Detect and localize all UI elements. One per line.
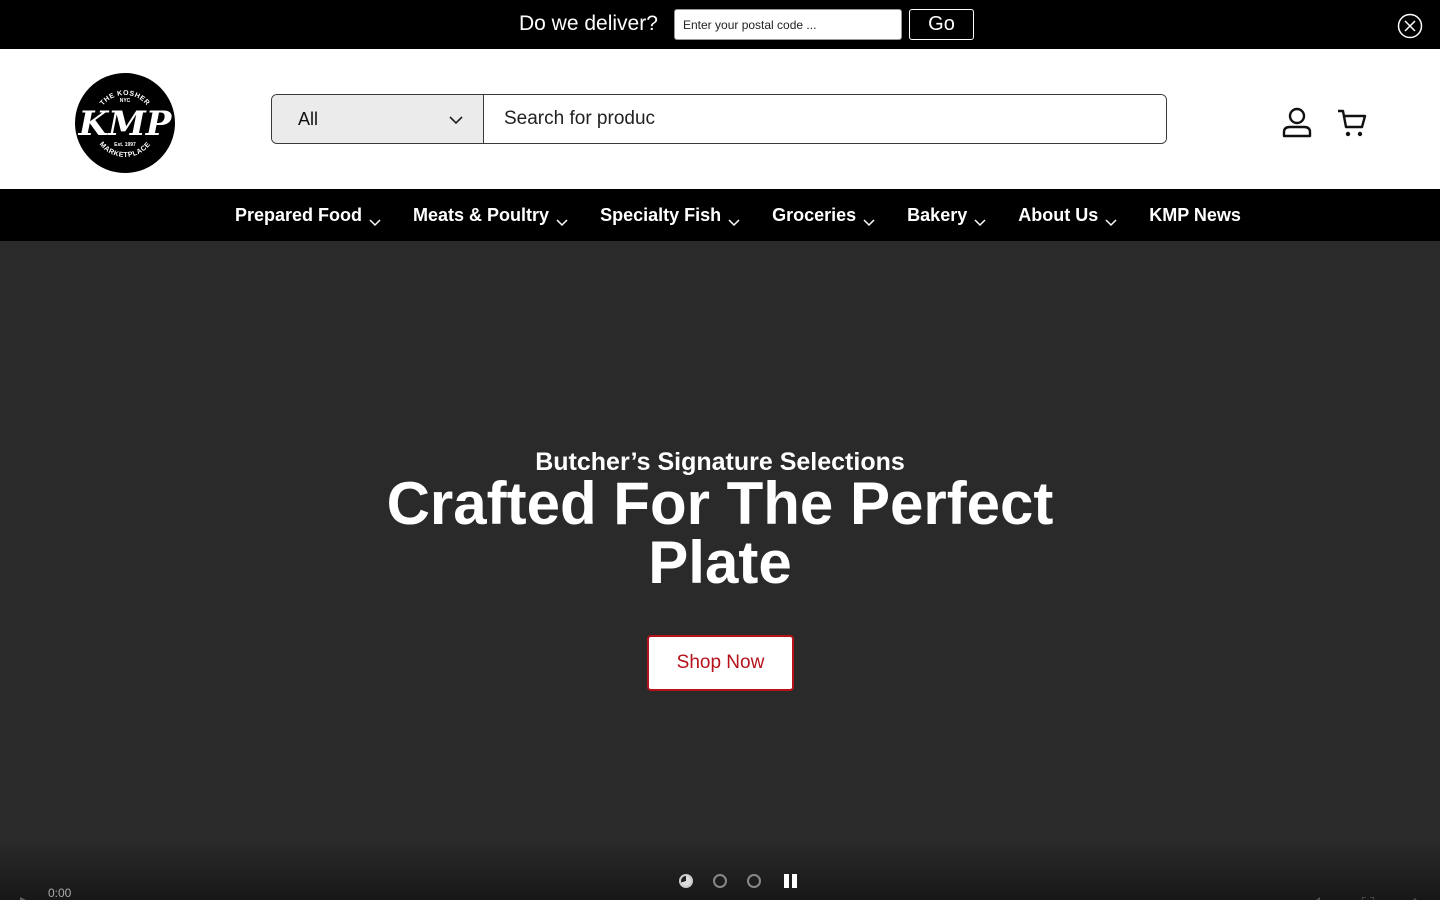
chevron-down-icon [728,212,740,227]
chevron-down-icon [556,212,568,227]
site-header: THE KOSHER NYC KMP Est. 1997 MARKETPLACE… [0,49,1440,189]
nav-item-label: Bakery [907,204,968,225]
site-logo[interactable]: THE KOSHER NYC KMP Est. 1997 MARKETPLACE [75,73,175,173]
postal-code-input[interactable] [674,9,902,40]
chevron-down-icon [1105,212,1117,227]
nav-item-kmp-news[interactable]: KMP News [1149,205,1241,226]
video-time: 0:00 [48,886,72,900]
fullscreen-icon[interactable] [1361,892,1375,900]
search-form: All [271,94,1167,144]
hero-fade [0,840,1440,900]
nav-item-label: KMP News [1149,204,1241,225]
pause-icon[interactable] [782,872,798,890]
category-select[interactable]: All [272,95,484,143]
nav-item-about-us[interactable]: About Us [1018,204,1117,227]
category-select-value: All [298,109,319,129]
slide-dot-2[interactable] [713,874,727,888]
cart-icon[interactable] [1336,107,1368,139]
shop-now-button[interactable]: Shop Now [647,635,794,691]
slide-dot-3[interactable] [747,874,761,888]
play-icon[interactable] [20,892,30,900]
slide-dot-1[interactable] [679,874,693,888]
chevron-down-icon [448,112,464,128]
nav-item-meats-poultry[interactable]: Meats & Poultry [413,204,568,227]
logo-mark: KMP [78,104,173,144]
search-input[interactable] [484,95,1166,143]
close-circle-icon[interactable] [1397,13,1423,39]
more-options-icon[interactable] [1412,892,1418,900]
nav-item-label: Specialty Fish [600,204,722,225]
user-icon[interactable] [1280,105,1314,139]
chevron-down-icon [974,212,986,227]
go-button[interactable]: Go [909,9,974,40]
nav-item-specialty-fish[interactable]: Specialty Fish [600,204,740,227]
nav-item-label: Groceries [772,204,857,225]
nav-item-groceries[interactable]: Groceries [772,204,875,227]
nav-item-label: About Us [1018,204,1099,225]
hero-title: Crafted For The Perfect Plate [386,470,1054,596]
logo-established: Est. 1997 [114,142,136,148]
nav-item-bakery[interactable]: Bakery [907,204,986,227]
video-controls: 0:00 [0,886,1440,900]
hero-banner: Butcher’s Signature Selections Crafted F… [0,241,1440,900]
nav-item-label: Meats & Poultry [413,204,550,225]
delivery-question: Do we deliver? [519,12,658,35]
nav-item-label: Prepared Food [235,204,363,225]
chevron-down-icon [863,212,875,227]
delivery-bar: Do we deliver? Go [0,0,1440,49]
main-nav: Prepared Food Meats & Poultry Specialty … [0,189,1440,241]
mute-icon[interactable] [1312,892,1326,900]
chevron-down-icon [369,212,381,227]
nav-item-prepared-food[interactable]: Prepared Food [235,204,381,227]
